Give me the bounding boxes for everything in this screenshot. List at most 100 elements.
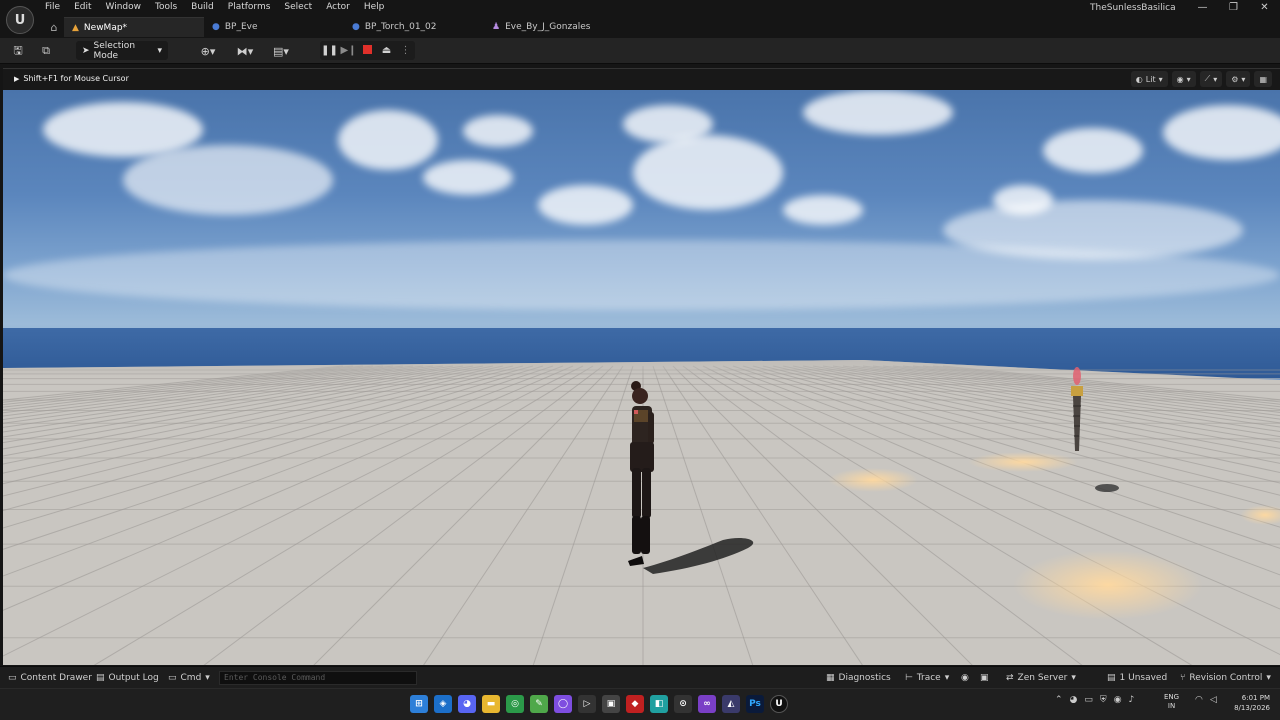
game-scene[interactable] [3, 90, 1280, 665]
stop-icon[interactable] [358, 44, 377, 57]
menu-file[interactable]: File [38, 1, 67, 15]
terminal-icon[interactable]: ▷ [578, 695, 596, 713]
blueprint-icon: ● [352, 22, 360, 32]
home-icon[interactable]: ⌂ [44, 17, 64, 37]
project-name: TheSunlessBasilica [1090, 3, 1176, 13]
record-icon[interactable]: ◉ [961, 671, 969, 685]
tab-newmap[interactable]: ▲ NewMap* [64, 17, 204, 37]
windows-start-icon[interactable]: ⊞ [410, 695, 428, 713]
view-mode-dropdown[interactable]: ◐ Lit ▾ [1130, 71, 1168, 87]
player-character[interactable] [618, 376, 668, 576]
unsaved-button[interactable]: ▤ 1 Unsaved [1107, 671, 1167, 685]
volume-icon[interactable]: ◁ [1210, 695, 1217, 705]
content-drawer-button[interactable]: ▭ Content Drawer [8, 671, 92, 685]
minimize-button[interactable]: — [1187, 0, 1218, 16]
unsaved-label: 1 Unsaved [1119, 673, 1168, 683]
visual-studio-icon[interactable]: ∞ [698, 695, 716, 713]
menu-select[interactable]: Select [277, 1, 319, 15]
steam-icon[interactable]: ◉ [1114, 695, 1122, 705]
more-options-icon[interactable]: ⋮ [396, 45, 415, 56]
app-icon[interactable]: ▣ [602, 695, 620, 713]
grid-layout-icon: ▦ [1259, 74, 1267, 84]
browser-icon[interactable]: ◈ [434, 695, 452, 713]
diagnostics-button[interactable]: ▦ Diagnostics [826, 671, 891, 685]
app-icon[interactable]: ◆ [626, 695, 644, 713]
level-viewport[interactable]: ▶ Shift+F1 for Mouse Cursor ◐ Lit ▾ ◉ ▾ … [3, 68, 1280, 665]
microphone-icon[interactable]: ♪ [1129, 695, 1135, 705]
wifi-icon[interactable]: ◠ [1195, 695, 1203, 705]
unreal-icon[interactable]: U [770, 695, 788, 713]
pause-icon[interactable]: ❚❚ [320, 45, 339, 56]
save-icon[interactable]: 🖫 [10, 42, 26, 60]
tab-label: Eve_By_J_Gonzales [505, 22, 591, 32]
shield-icon[interactable]: ⛨ [1100, 695, 1107, 705]
settings-dropdown[interactable]: ⚙ ▾ [1226, 71, 1251, 87]
chevron-down-icon: ▾ [1186, 74, 1191, 84]
tab-bp-eve[interactable]: ● BP_Eve [204, 17, 344, 37]
chevron-down-icon: ▾ [1213, 74, 1218, 84]
screenshot-icon[interactable]: ▣ [980, 671, 989, 685]
gear-icon: ⚙ [1231, 74, 1239, 84]
cmd-dropdown[interactable]: ▭ Cmd ▾ [168, 671, 210, 685]
eject-icon[interactable]: ⏏ [377, 45, 396, 56]
show-flags-dropdown[interactable]: ◉ ▾ [1171, 71, 1196, 87]
app-icon[interactable]: ⊙ [674, 695, 692, 713]
app-icon[interactable]: ◧ [650, 695, 668, 713]
file-explorer-icon[interactable]: ▬ [482, 695, 500, 713]
clock[interactable]: 6:01 PM 8/13/2026 [1228, 693, 1270, 713]
output-log-icon: ▤ [96, 673, 105, 683]
monitor-icon[interactable]: ▭ [1084, 695, 1093, 705]
trace-dropdown[interactable]: ⊢ Trace ▾ [905, 671, 949, 685]
menu-tools[interactable]: Tools [148, 1, 184, 15]
diagnostics-icon: ▦ [826, 673, 835, 683]
viewport-controls: ◐ Lit ▾ ◉ ▾ ⟋ ▾ ⚙ ▾ ▦ [1130, 71, 1272, 87]
system-tray: ⌃ ◕ ▭ ⛨ ◉ ♪ [1055, 695, 1134, 705]
snapping-dropdown[interactable]: ⟋ ▾ [1199, 71, 1223, 87]
cmd-label: Cmd [180, 673, 202, 683]
character-icon: ♟ [492, 22, 501, 32]
viewport-layout-button[interactable]: ▦ [1254, 71, 1272, 87]
menu-help[interactable]: Help [357, 1, 392, 15]
language-indicator[interactable]: ENG IN [1164, 693, 1179, 711]
photoshop-icon[interactable]: Ps [746, 695, 764, 713]
chevron-down-icon: ▾ [205, 673, 210, 683]
menu-actor[interactable]: Actor [319, 1, 357, 15]
selection-mode-dropdown[interactable]: ➤ Selection Mode ▾ [76, 41, 168, 61]
zen-server-dropdown[interactable]: ⇄ Zen Server ▾ [1006, 671, 1076, 685]
content-drawer-label: Content Drawer [20, 673, 92, 683]
menu-window[interactable]: Window [99, 1, 149, 15]
source-control-icon[interactable]: ⧉ [38, 42, 54, 60]
menu-platforms[interactable]: Platforms [221, 1, 278, 15]
cinematics-icon[interactable]: ▤▾ [268, 42, 294, 60]
github-icon[interactable]: ◯ [554, 695, 572, 713]
output-log-label: Output Log [108, 673, 159, 683]
zen-server-icon: ⇄ [1006, 673, 1014, 683]
torch-actor[interactable] [1067, 366, 1087, 456]
unreal-logo-icon[interactable]: U [6, 6, 34, 34]
maximize-button[interactable]: ❐ [1218, 0, 1249, 16]
console-input[interactable]: Enter Console Command [219, 671, 417, 685]
add-actor-icon[interactable]: ⊕▾ [195, 42, 221, 60]
resolve-icon[interactable]: ◭ [722, 695, 740, 713]
blueprint-menu-icon[interactable]: ⧓▾ [232, 42, 258, 60]
time-text: 6:01 PM [1241, 694, 1270, 702]
skip-frame-icon[interactable]: ▶❙ [339, 45, 358, 56]
tab-eve-by-j-gonzales[interactable]: ♟ Eve_By_J_Gonzales [484, 17, 634, 37]
discord-icon[interactable]: ◕ [458, 695, 476, 713]
window-controls: — ❐ ✕ [1187, 0, 1280, 16]
output-log-button[interactable]: ▤ Output Log [96, 671, 159, 685]
chevron-up-icon[interactable]: ⌃ [1055, 695, 1063, 705]
close-button[interactable]: ✕ [1249, 0, 1280, 16]
revision-control-dropdown[interactable]: ⑂ Revision Control ▾ [1180, 671, 1271, 685]
menu-build[interactable]: Build [184, 1, 221, 15]
snap-icon: ⟋ [1204, 74, 1211, 83]
tab-label: BP_Eve [224, 22, 258, 32]
tab-bp-torch[interactable]: ● BP_Torch_01_02 [344, 17, 484, 37]
chevron-down-icon: ▾ [1241, 74, 1246, 84]
revision-control-icon: ⑂ [1180, 673, 1186, 683]
menu-edit[interactable]: Edit [67, 1, 98, 15]
discord-tray-icon[interactable]: ◕ [1070, 695, 1078, 705]
notepad-icon[interactable]: ✎ [530, 695, 548, 713]
chrome-icon[interactable]: ◎ [506, 695, 524, 713]
tray-status: ◠ ◁ [1195, 695, 1217, 705]
